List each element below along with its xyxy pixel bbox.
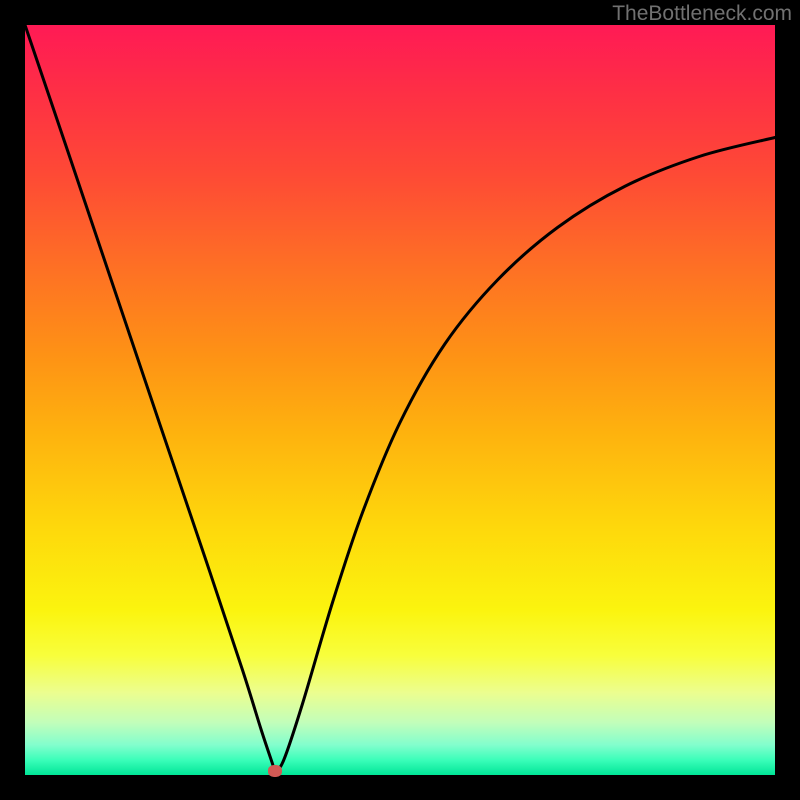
watermark-text: TheBottleneck.com	[612, 2, 792, 26]
frame: TheBottleneck.com	[0, 0, 800, 800]
minimum-marker-dot	[268, 765, 282, 777]
curve-line	[25, 25, 775, 771]
curve-svg	[25, 25, 775, 775]
